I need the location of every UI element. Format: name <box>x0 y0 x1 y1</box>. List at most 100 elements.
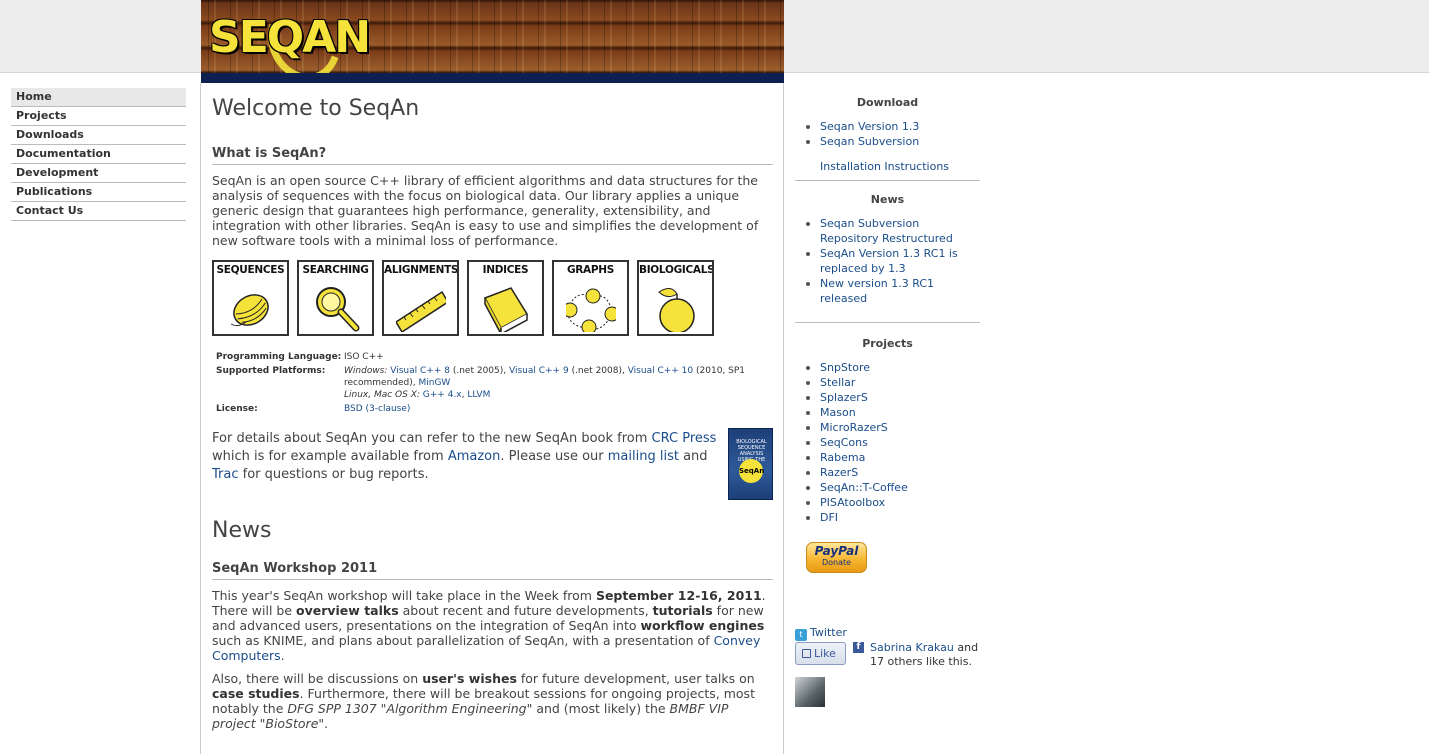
graph-icon <box>566 288 616 332</box>
link-crc-press[interactable]: CRC Press <box>652 431 717 446</box>
info-language-value: ISO C++ <box>344 352 384 362</box>
w-text-6: . <box>280 648 285 663</box>
apple-icon <box>658 288 695 332</box>
category-indices[interactable]: INDICES <box>467 260 544 336</box>
what-is-seqan-heading: What is SeqAn? <box>212 146 773 165</box>
nav-documentation[interactable]: Documentation <box>11 145 186 164</box>
projects-list: SnpStore Stellar SplazerS Mason MicroRaz… <box>795 360 980 525</box>
book-cover-image[interactable]: BIOLOGICAL SEQUENCE ANALYSIS USING THE S… <box>728 428 773 500</box>
link-trac[interactable]: Trac <box>212 467 239 482</box>
w-bold-4: workflow engines <box>640 618 765 633</box>
vc9-note: (.net 2008), <box>571 366 625 376</box>
link-project[interactable]: SeqAn::T-Coffee <box>820 481 908 494</box>
sidebar-divider <box>795 180 980 181</box>
nav-home[interactable]: Home <box>11 88 186 107</box>
category-graphs[interactable]: GRAPHS <box>552 260 629 336</box>
link-project[interactable]: MicroRazerS <box>820 421 888 434</box>
sidebar-news-heading: News <box>870 193 905 206</box>
news-list: Seqan Subversion Repository Restructured… <box>795 216 980 306</box>
category-sequences-label: SEQUENCES <box>216 264 285 276</box>
link-project[interactable]: DFI <box>820 511 838 524</box>
download-heading: Download <box>856 96 919 109</box>
link-license[interactable]: BSD (3-clause) <box>344 404 410 414</box>
paypal-logo: PayPal <box>814 544 859 558</box>
link-seqan-1-3[interactable]: Seqan Version 1.3 <box>820 120 919 133</box>
news-item: SeqAn Version 1.3 RC1 is replaced by 1.3 <box>795 246 980 276</box>
intro-paragraph: SeqAn is an open source C++ library of e… <box>212 173 759 248</box>
details-text-3: . Please use our <box>500 449 608 464</box>
link-amazon[interactable]: Amazon <box>448 449 501 464</box>
link-project[interactable]: Mason <box>820 406 856 419</box>
link-installation-instructions[interactable]: Installation Instructions <box>820 160 949 173</box>
nav-contact-us[interactable]: Contact Us <box>11 202 186 221</box>
a-text-1: Also, there will be discussions on <box>212 671 423 686</box>
link-project[interactable]: Rabema <box>820 451 865 464</box>
seqan-logo[interactable]: SEQAN <box>209 12 371 63</box>
download-item: Seqan Subversion <box>795 134 980 149</box>
w-bold-1: September 12-16, 2011 <box>595 588 762 603</box>
link-gpp[interactable]: G++ 4.x <box>423 390 462 400</box>
link-project[interactable]: RazerS <box>820 466 858 479</box>
project-item: DFI <box>795 510 980 525</box>
a-text-5: . <box>324 716 329 731</box>
details-text-5: for questions or bug reports. <box>238 467 429 482</box>
content-border-right <box>783 83 784 754</box>
twitter-bird-icon: t <box>795 629 807 641</box>
link-project[interactable]: PISAtoolbox <box>820 496 885 509</box>
a-bold-1: user's wishes <box>422 671 517 686</box>
facebook-social-text: f Sabrina Krakau and 17 others like this… <box>853 641 983 669</box>
link-vc9[interactable]: Visual C++ 9 <box>509 366 569 376</box>
link-project[interactable]: SeqCons <box>820 436 868 449</box>
category-sequences[interactable]: SEQUENCES <box>212 260 289 336</box>
category-biologicals[interactable]: BIOLOGICALS <box>637 260 714 336</box>
link-news-1[interactable]: Seqan Subversion Repository Restructured <box>820 217 953 245</box>
project-item: SnpStore <box>795 360 980 375</box>
paypal-donate-button[interactable]: PayPal Donate <box>806 542 867 573</box>
link-vc10[interactable]: Visual C++ 10 <box>628 366 693 376</box>
project-item: MicroRazerS <box>795 420 980 435</box>
link-mingw[interactable]: MinGW <box>418 378 450 388</box>
link-project[interactable]: SplazerS <box>820 391 868 404</box>
a-text-2: for future development, user talks on <box>516 671 755 686</box>
news-item: Seqan Subversion Repository Restructured <box>795 216 980 246</box>
link-project[interactable]: Stellar <box>820 376 855 389</box>
link-news-3[interactable]: New version 1.3 RC1 released <box>820 277 934 305</box>
paypal-donate-label: Donate <box>821 558 852 567</box>
details-text-1: For details about SeqAn you can refer to… <box>212 431 652 446</box>
category-graphs-label: GRAPHS <box>566 264 615 276</box>
left-navigation: Home Projects Downloads Documentation De… <box>11 88 186 221</box>
link-seqan-subversion[interactable]: Seqan Subversion <box>820 135 919 148</box>
category-alignments[interactable]: ALIGNMENTS <box>382 260 459 336</box>
nav-downloads[interactable]: Downloads <box>11 126 186 145</box>
main-content: Welcome to SeqAn What is SeqAn? SeqAn is… <box>212 96 773 731</box>
facebook-icon: f <box>853 642 864 653</box>
nav-development[interactable]: Development <box>11 164 186 183</box>
category-indices-label: INDICES <box>482 264 529 276</box>
right-sidebar: Download Seqan Version 1.3 Seqan Subvers… <box>795 96 980 525</box>
twitter-link-row: t Twitter <box>795 626 847 641</box>
link-vc8[interactable]: Visual C++ 8 <box>390 366 450 376</box>
project-item: Rabema <box>795 450 980 465</box>
windows-prefix: Windows: <box>344 366 388 376</box>
download-item: Seqan Version 1.3 <box>795 119 980 134</box>
project-item: PISAtoolbox <box>795 495 980 510</box>
avatar[interactable] <box>795 677 825 707</box>
link-project[interactable]: SnpStore <box>820 361 870 374</box>
sidebar-divider <box>795 322 980 323</box>
w-bold-3: tutorials <box>652 603 713 618</box>
link-mailing-list[interactable]: mailing list <box>608 449 679 464</box>
category-searching[interactable]: SEARCHING <box>297 260 374 336</box>
link-fb-user[interactable]: Sabrina Krakau <box>870 641 954 654</box>
nav-projects[interactable]: Projects <box>11 107 186 126</box>
link-llvm[interactable]: LLVM <box>467 390 490 400</box>
project-item: Mason <box>795 405 980 420</box>
facebook-like-button[interactable]: Like <box>795 642 846 665</box>
info-platforms-value: Windows: Visual C++ 8 (.net 2005), Visua… <box>344 366 746 400</box>
projects-heading: Projects <box>862 337 913 350</box>
link-news-2[interactable]: SeqAn Version 1.3 RC1 is replaced by 1.3 <box>820 247 958 275</box>
page-title: Welcome to SeqAn <box>212 96 420 121</box>
w-text-1: This year's SeqAn workshop will take pla… <box>212 588 596 603</box>
nav-publications[interactable]: Publications <box>11 183 186 202</box>
link-twitter[interactable]: Twitter <box>810 626 847 639</box>
header-banner[interactable]: SEQAN <box>201 0 784 83</box>
